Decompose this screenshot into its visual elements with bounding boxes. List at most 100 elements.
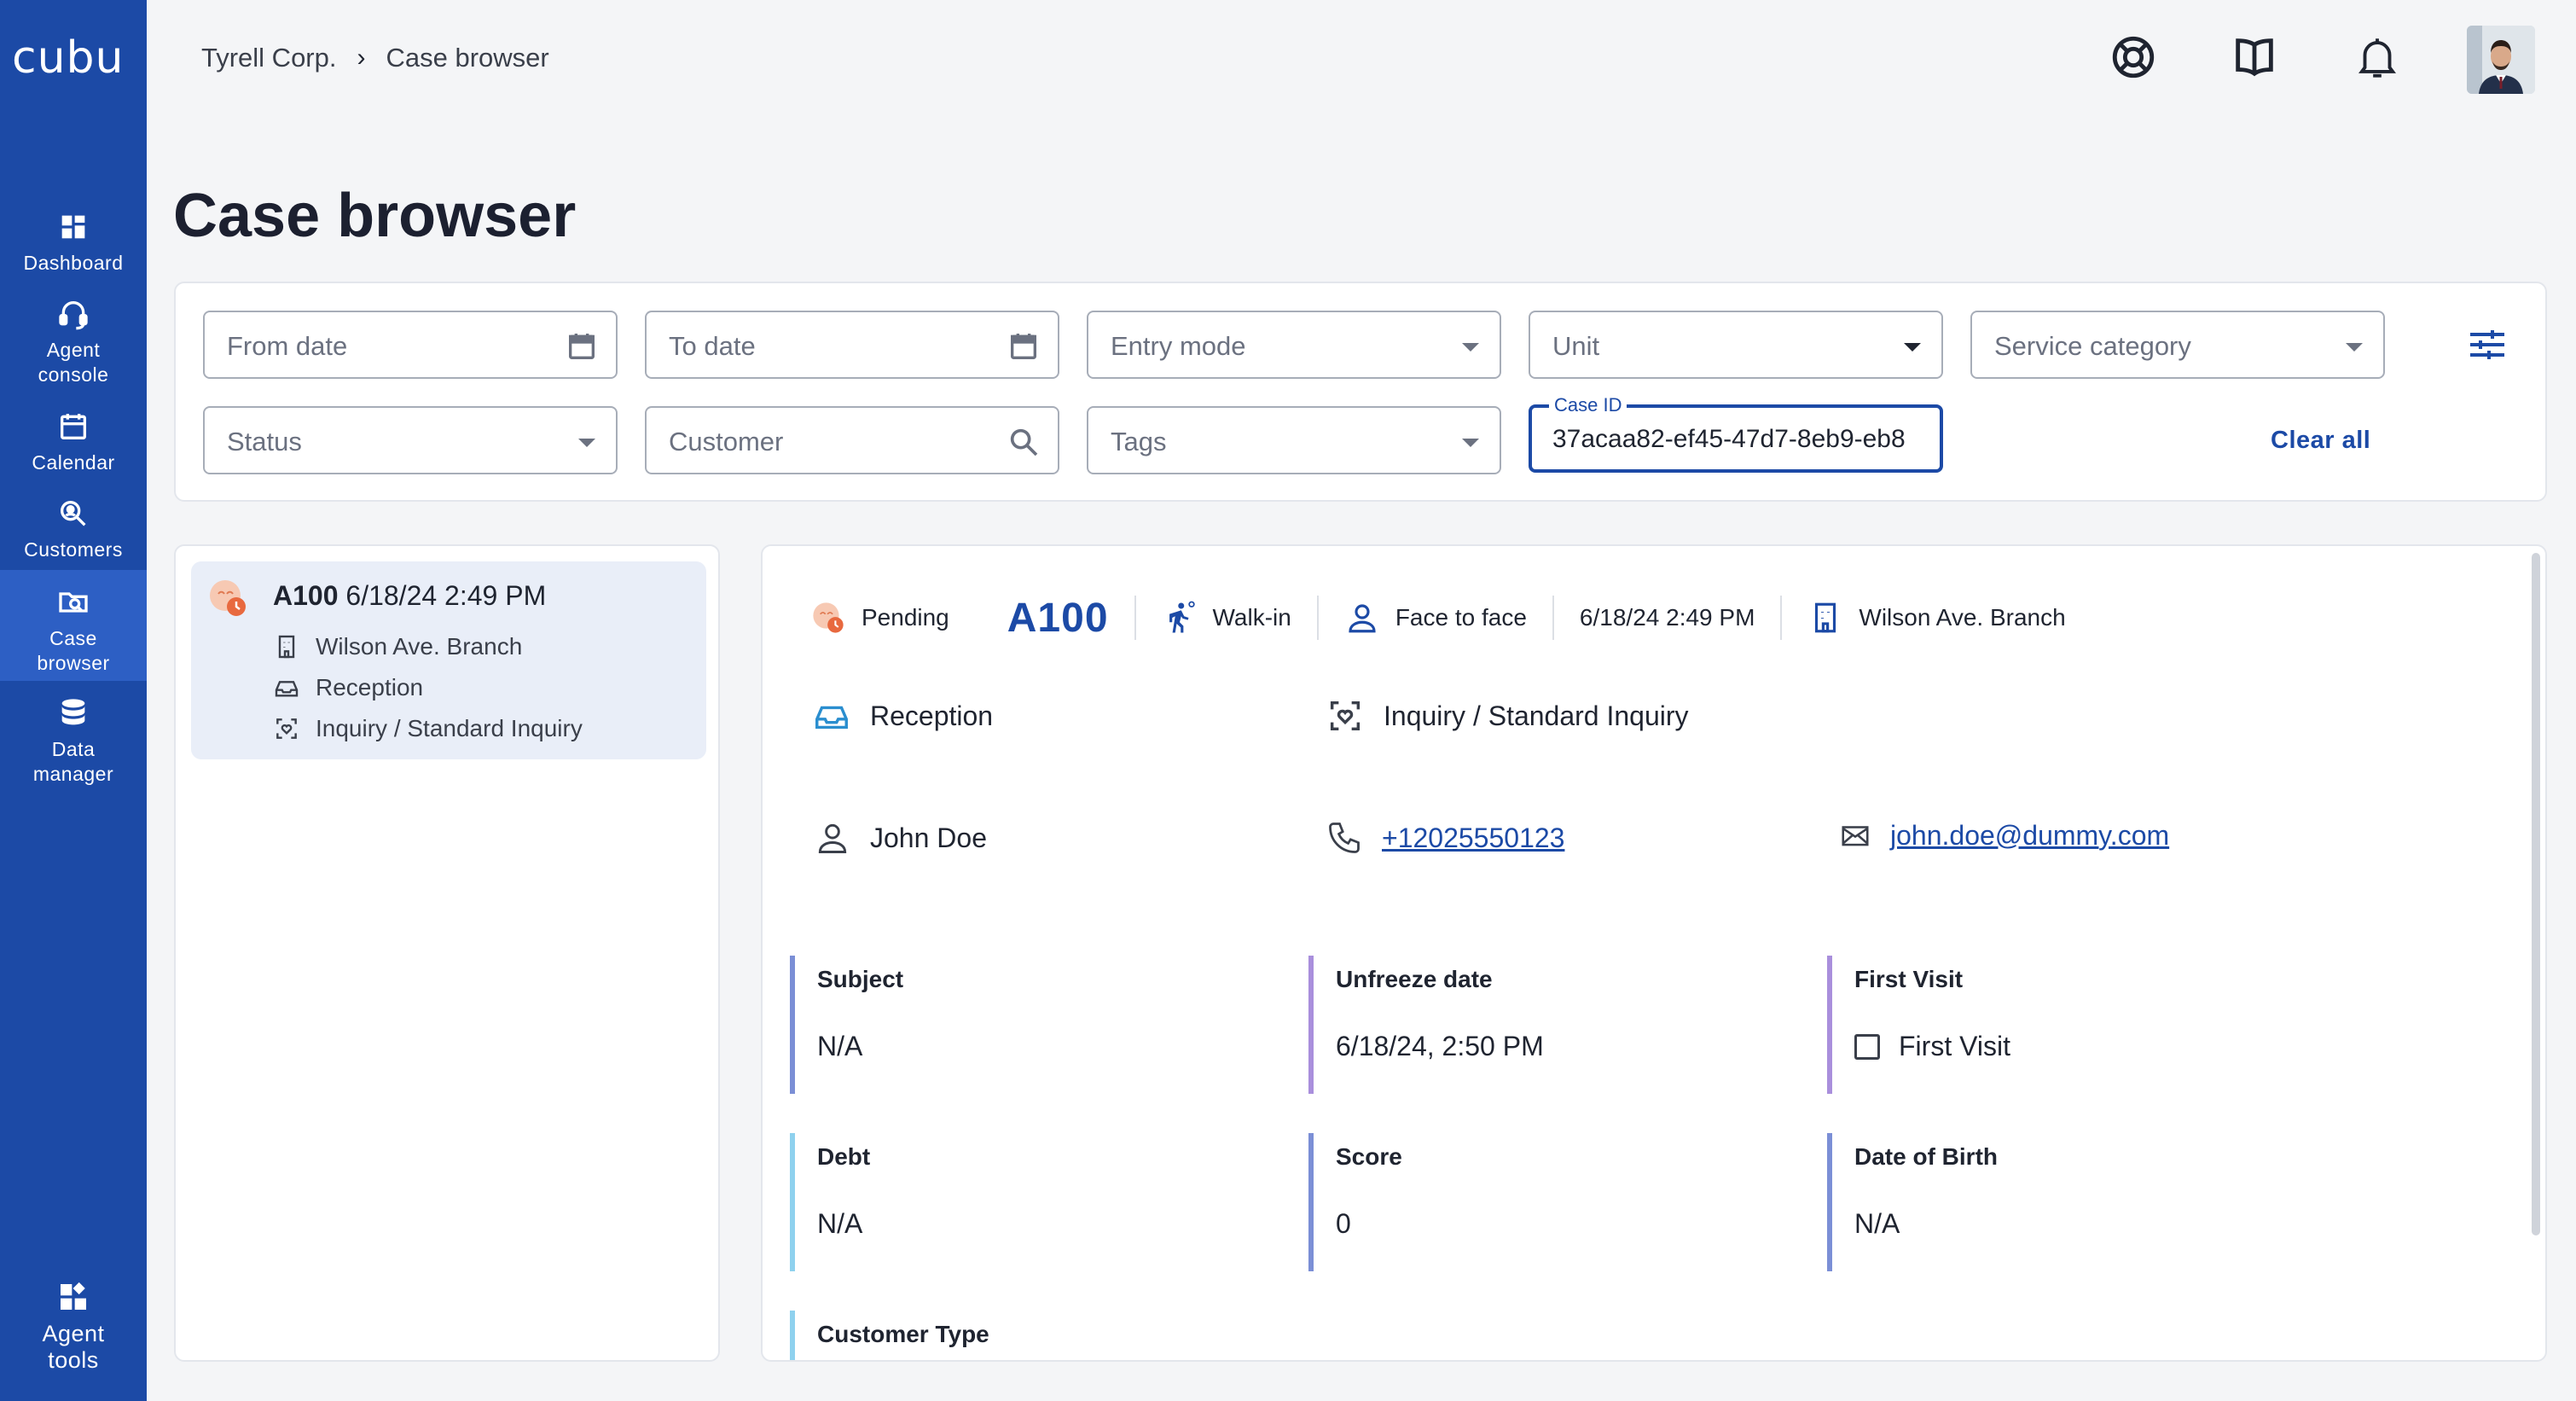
status-select[interactable]: Status <box>203 406 618 474</box>
customers-search-icon <box>56 497 90 531</box>
sidebar-item-label: Dashboard <box>23 252 124 274</box>
email-link[interactable]: john.doe@dummy.com <box>1890 820 2169 852</box>
attribute-value: N/A <box>817 1208 862 1240</box>
service-category-placeholder: Service category <box>1994 331 2191 361</box>
headset-icon <box>56 297 90 331</box>
case-id-value: 37acaa82-ef45-47d7-8eb9-eb8 <box>1552 425 1906 453</box>
case-code: A100 <box>1007 595 1109 641</box>
page-title: Case browser <box>173 182 577 250</box>
clear-all-button[interactable]: Clear all <box>2271 427 2370 455</box>
case-unit: Reception <box>812 696 993 735</box>
service-category-select[interactable]: Service category <box>1970 311 2385 379</box>
to-date-field[interactable]: To date <box>645 311 1059 379</box>
attribute-value: First Visit <box>1854 1031 2010 1062</box>
attribute-value-text: 6/18/24, 2:50 PM <box>1336 1031 1544 1061</box>
sidebar-item-label: Customers <box>24 538 123 561</box>
first-visit-checkbox[interactable] <box>1854 1033 1880 1060</box>
calendar-icon <box>56 410 90 444</box>
attribute-unfreeze-date: Unfreeze date 6/18/24, 2:50 PM <box>1308 956 1786 1094</box>
breadcrumb-current: Case browser <box>386 43 549 73</box>
person-icon <box>1344 600 1380 636</box>
user-avatar[interactable] <box>2467 26 2535 94</box>
case-detail-panel: Pending A100 Walk-in Face to face 6/18/2… <box>761 544 2547 1362</box>
building-icon <box>1807 600 1843 636</box>
tags-placeholder: Tags <box>1111 427 1167 456</box>
divider <box>1780 596 1783 640</box>
attribute-color-bar <box>790 1311 795 1360</box>
sidebar-item-dashboard[interactable]: Dashboard <box>0 210 147 278</box>
to-date-placeholder: To date <box>669 331 756 361</box>
attribute-score: Score 0 <box>1308 1133 1786 1271</box>
chevron-down-icon <box>1462 343 1479 352</box>
calendar-icon[interactable] <box>565 329 599 363</box>
attribute-label: Date of Birth <box>1854 1143 1998 1170</box>
attribute-subject: Subject N/A <box>790 956 1268 1094</box>
help-lifebuoy-icon[interactable] <box>2109 32 2158 82</box>
case-datetime-label: 6/18/24 2:49 PM <box>1579 604 1755 631</box>
breadcrumb: Tyrell Corp. › Case browser <box>201 43 549 73</box>
customer-search-field[interactable]: Customer <box>645 406 1059 474</box>
chevron-down-icon <box>2346 343 2363 352</box>
sidebar-item-customers[interactable]: Customers <box>0 497 147 565</box>
app-logo: cubu <box>12 32 125 84</box>
case-datetime: 6/18/24 2:49 PM <box>1580 604 1755 631</box>
attribute-label: Debt <box>817 1143 871 1170</box>
attribute-label: First Visit <box>1854 966 1964 992</box>
sidebar-item-label: Data manager <box>32 738 114 785</box>
divider <box>1134 596 1136 640</box>
case-detail-header: Pending A100 Walk-in Face to face 6/18/2… <box>810 590 2066 645</box>
tags-select[interactable]: Tags <box>1087 406 1501 474</box>
attribute-value-text: 0 <box>1336 1208 1351 1239</box>
case-code: A100 <box>273 580 339 611</box>
case-branch: Wilson Ave. Branch <box>1807 600 2066 636</box>
attribute-color-bar <box>1308 956 1314 1094</box>
pending-status-icon <box>810 600 846 636</box>
filter-settings-icon[interactable] <box>2467 328 2508 362</box>
attribute-value-text: N/A <box>817 1031 863 1061</box>
book-icon[interactable] <box>2230 32 2279 82</box>
detail-scrollbar[interactable] <box>2532 553 2540 1235</box>
list-item[interactable]: A100 6/18/24 2:49 PM Wilson Ave. Branch … <box>191 561 706 759</box>
database-icon <box>56 696 90 730</box>
attribute-value: N/A <box>817 1031 862 1062</box>
phone-link[interactable]: +12025550123 <box>1382 823 1564 854</box>
attribute-color-bar <box>790 1133 795 1271</box>
channel-label: Face to face <box>1395 604 1527 631</box>
sidebar-item-calendar[interactable]: Calendar <box>0 410 147 478</box>
search-icon[interactable] <box>1007 425 1041 459</box>
attribute-label: Unfreeze date <box>1336 966 1493 992</box>
attribute-date-of-birth: Date of Birth N/A <box>1827 1133 2305 1271</box>
sidebar-item-label: Case browser <box>37 627 110 674</box>
service-category-icon <box>273 715 300 742</box>
bell-icon[interactable] <box>2353 32 2402 82</box>
walk-in-icon <box>1162 600 1198 636</box>
customer-email: john.doe@dummy.com <box>1839 819 2169 852</box>
category-label: Inquiry / Standard Inquiry <box>1384 700 1689 731</box>
case-id-field[interactable]: Case ID 37acaa82-ef45-47d7-8eb9-eb8 <box>1529 394 1943 473</box>
entry-mode-placeholder: Entry mode <box>1111 331 1246 361</box>
status-label: Pending <box>862 604 949 631</box>
from-date-field[interactable]: From date <box>203 311 618 379</box>
entry-mode-select[interactable]: Entry mode <box>1087 311 1501 379</box>
sidebar-item-data-manager[interactable]: Data manager <box>0 696 147 788</box>
chevron-down-icon <box>1904 343 1921 352</box>
attribute-value-text: First Visit <box>1899 1031 2010 1061</box>
inbox-icon <box>812 696 851 735</box>
breadcrumb-org[interactable]: Tyrell Corp. <box>201 43 336 73</box>
attribute-label: Customer Type <box>817 1321 989 1347</box>
sidebar-item-agent-tools[interactable]: Agent tools <box>0 1280 147 1391</box>
chevron-right-icon: › <box>357 44 366 72</box>
unit-select[interactable]: Unit <box>1529 311 1943 379</box>
customer-placeholder: Customer <box>669 427 784 456</box>
sidebar-item-agent-console[interactable]: Agent console <box>0 297 147 389</box>
building-icon <box>273 633 300 660</box>
attribute-color-bar <box>1308 1133 1314 1271</box>
case-browser-icon <box>56 585 90 619</box>
case-branch: Wilson Ave. Branch <box>316 633 523 660</box>
case-datetime: 6/18/24 2:49 PM <box>345 580 547 611</box>
sidebar-item-case-browser[interactable]: Case browser <box>0 570 147 681</box>
case-status: Pending <box>810 600 949 636</box>
calendar-icon[interactable] <box>1007 329 1041 363</box>
customer-phone: +12025550123 <box>1326 819 1564 857</box>
attribute-color-bar <box>790 956 795 1094</box>
